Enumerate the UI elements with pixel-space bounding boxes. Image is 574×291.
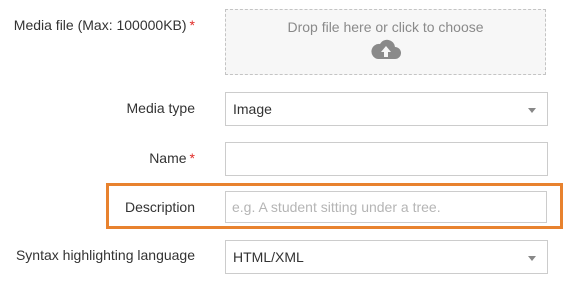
media-type-select[interactable]: Image <box>225 92 548 126</box>
media-file-dropzone[interactable]: Drop file here or click to choose <box>225 9 546 75</box>
name-input[interactable] <box>225 142 548 176</box>
name-label-text: Name <box>149 150 187 166</box>
required-asterisk: * <box>189 150 195 166</box>
name-label: Name * <box>149 149 195 167</box>
dropzone-text: Drop file here or click to choose <box>287 19 484 35</box>
chevron-down-icon <box>528 256 536 261</box>
chevron-down-icon <box>528 108 536 113</box>
syntax-language-value: HTML/XML <box>233 249 304 265</box>
description-label: Description <box>124 199 195 215</box>
syntax-language-select[interactable]: HTML/XML <box>225 240 548 274</box>
description-input[interactable] <box>225 191 547 223</box>
syntax-language-label: Syntax highlighting language <box>15 247 195 263</box>
media-file-label: Media file (Max: 100000KB) * <box>14 16 195 34</box>
media-type-label: Media type <box>126 100 195 116</box>
cloud-upload-icon <box>370 38 402 63</box>
media-type-value: Image <box>233 101 272 117</box>
media-file-label-text: Media file (Max: 100000KB) <box>13 17 187 33</box>
required-asterisk: * <box>189 17 195 33</box>
